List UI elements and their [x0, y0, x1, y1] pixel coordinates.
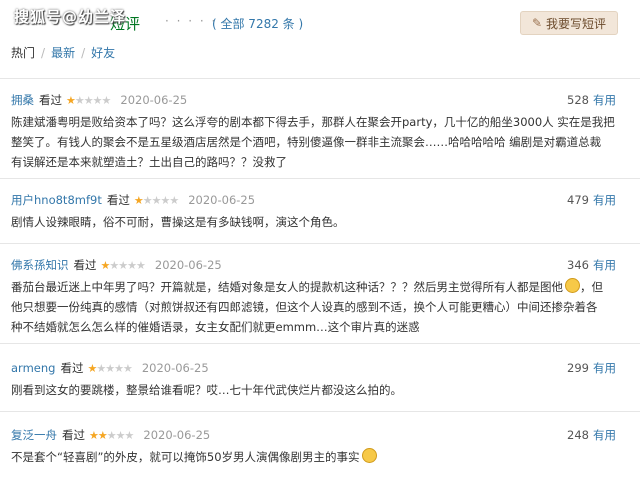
review-date: 2020-06-25	[143, 428, 211, 442]
vote-area: 479 有用	[567, 192, 616, 208]
useful-button[interactable]: 有用	[593, 258, 616, 272]
review-text: 番茄台最近迷上中年男了吗？开篇就是，结婚对象是女人的提款机这种话？？？然后男主觉…	[11, 277, 616, 337]
review-text: 不是套个“轻喜剧”的外皮，就可以掩饰50岁男人演偶像剧男主的事实	[11, 447, 616, 467]
review-meta: 拥桑 看过 ★★★★★ 2020-06-25	[11, 92, 187, 108]
review-date: 2020-06-25	[188, 193, 256, 207]
star-empty-icon: ★	[109, 258, 119, 272]
vote-count: 346	[567, 258, 589, 272]
tab-hot[interactable]: 热门	[11, 44, 35, 61]
vote-area: 299 有用	[567, 360, 616, 376]
review-line: 他只想要一份纯真的感情（对煎饼叔还有四郎滤镜，但这个人设真的感到不适，换个人可能…	[11, 300, 598, 314]
divider	[0, 178, 640, 179]
review-username[interactable]: 拥桑	[11, 92, 34, 108]
review-text: 剧情人设辣眼睛，俗不可耐，曹操这是有多缺钱啊，演这个角色。	[11, 212, 616, 232]
star-empty-icon: ★	[114, 361, 124, 375]
vote-count: 299	[567, 361, 589, 375]
star-filled-icon: ★	[87, 361, 97, 375]
star-filled-icon: ★	[97, 428, 108, 442]
write-review-button[interactable]: ✎ 我要写短评	[520, 11, 618, 35]
review-line-text: 番茄台最近迷上中年男了吗？开篇就是，结婚对象是女人的提款机这种话？？？然后男主觉…	[11, 280, 563, 294]
review-date: 2020-06-25	[141, 361, 209, 375]
smile-emoji-icon	[361, 448, 377, 463]
review-count-link[interactable]: ( 全部 7282 条 )	[212, 15, 303, 32]
vote-count: 528	[567, 93, 589, 107]
star-empty-icon: ★	[124, 428, 135, 442]
vote-area: 346 有用	[567, 257, 616, 273]
star-empty-icon: ★	[142, 193, 153, 207]
divider	[0, 243, 640, 244]
review-text: 刚看到这女的要跳楼，整景给谁看呢？哎…七十年代武侠烂片都没这么拍的。	[11, 380, 616, 400]
star-empty-icon: ★	[83, 93, 94, 107]
star-empty-icon: ★	[127, 258, 137, 272]
useful-button[interactable]: 有用	[593, 93, 616, 107]
star-empty-icon: ★	[160, 193, 170, 207]
star-filled-icon: ★	[89, 428, 99, 442]
tab-separator: /	[81, 45, 86, 60]
review-line: 番茄台最近迷上中年男了吗？开篇就是，结婚对象是女人的提款机这种话？？？然后男主觉…	[11, 277, 616, 297]
rating-stars: ★★★★★	[133, 193, 179, 207]
rating-stars: ★★★★★	[87, 361, 133, 375]
star-empty-icon: ★	[92, 93, 103, 107]
useful-button[interactable]: 有用	[593, 193, 616, 207]
review-line: 种不结婚就怎么怎么样的催婚语录，女主女配们就更emmm…这个审片真的迷惑	[11, 320, 420, 334]
tab-latest[interactable]: 最新	[51, 44, 75, 61]
watermark: 搜狐号@幼兰泽	[14, 8, 127, 26]
review-username[interactable]: 复泛一舟	[11, 427, 57, 443]
rating-stars: ★★★★★	[101, 258, 146, 272]
useful-button[interactable]: 有用	[593, 361, 616, 375]
review-line: 剧情人设辣眼睛，俗不可耐，曹操这是有多缺钱啊，演这个角色。	[11, 215, 345, 229]
vote-count: 248	[567, 428, 589, 442]
vote-area: 248 有用	[567, 427, 616, 443]
review-line: 不是套个“轻喜剧”的外皮，就可以掩饰50岁男人演偶像剧男主的事实	[11, 447, 616, 467]
divider	[0, 78, 640, 79]
review-username[interactable]: 佛系孫知识	[11, 257, 69, 273]
review-date: 2020-06-25	[120, 93, 188, 107]
star-empty-icon: ★	[106, 428, 117, 442]
review-line: 有误解还是本来就塑造土？土出自己的路吗？？没救了	[11, 155, 287, 169]
pencil-icon: ✎	[531, 16, 543, 30]
review-date: 2020-06-25	[154, 258, 222, 272]
watch-status: 看过	[60, 361, 84, 375]
sort-tabs: 热门 / 最新 / 好友	[11, 44, 115, 61]
review-meta: 复泛一舟 看过 ★★★★★ 2020-06-25	[11, 427, 210, 443]
star-empty-icon: ★	[136, 258, 146, 272]
divider	[0, 343, 640, 344]
star-empty-icon: ★	[74, 93, 85, 107]
review-username[interactable]: armeng	[11, 361, 55, 375]
watch-status: 看过	[106, 193, 130, 207]
star-filled-icon: ★	[66, 93, 76, 107]
write-review-label: 我要写短评	[546, 16, 607, 31]
review-line: 刚看到这女的要跳楼，整景给谁看呢？哎…七十年代武侠烂片都没这么拍的。	[11, 383, 402, 397]
review-line-suffix: ，但	[580, 280, 603, 294]
watch-status: 看过	[39, 93, 62, 107]
rating-stars: ★★★★★	[66, 93, 112, 107]
star-empty-icon: ★	[96, 361, 106, 375]
watch-status: 看过	[62, 428, 85, 442]
star-empty-icon: ★	[118, 258, 128, 272]
review-meta: 佛系孫知识 看过 ★★★★★ 2020-06-25	[11, 257, 222, 273]
watch-status: 看过	[73, 258, 97, 272]
review-meta: 用户hno8t8mf9t 看过 ★★★★★ 2020-06-25	[11, 192, 255, 208]
star-empty-icon: ★	[101, 93, 112, 107]
review-text: 陈建斌潘粤明是败给资本了吗？这么浮夸的剧本都下得去手，那群人在聚会开party，…	[11, 112, 616, 172]
review-line: 整笑了。有钱人的聚会不是五星级酒店居然是个酒吧，特别傻逼像一群非主流聚会……哈哈…	[11, 135, 602, 149]
review-line: 陈建斌潘粤明是败给资本了吗？这么浮夸的剧本都下得去手，那群人在聚会开party，…	[11, 115, 615, 129]
review-line-text: 不是套个“轻喜剧”的外皮，就可以掩饰50岁男人演偶像剧男主的事实	[11, 450, 360, 464]
review-meta: armeng 看过 ★★★★★ 2020-06-25	[11, 360, 209, 376]
star-empty-icon: ★	[105, 361, 115, 375]
tab-friends[interactable]: 好友	[91, 44, 115, 61]
tab-separator: /	[41, 45, 46, 60]
useful-button[interactable]: 有用	[593, 428, 616, 442]
star-empty-icon: ★	[115, 428, 126, 442]
vote-area: 528 有用	[567, 92, 616, 108]
divider	[0, 411, 640, 412]
star-filled-icon: ★	[133, 193, 144, 207]
rating-stars: ★★★★★	[89, 428, 135, 442]
money-bag-emoji-icon	[565, 278, 580, 293]
star-empty-icon: ★	[122, 361, 133, 375]
vote-count: 479	[567, 193, 589, 207]
review-username[interactable]: 用户hno8t8mf9t	[11, 192, 102, 208]
star-empty-icon: ★	[169, 193, 179, 207]
